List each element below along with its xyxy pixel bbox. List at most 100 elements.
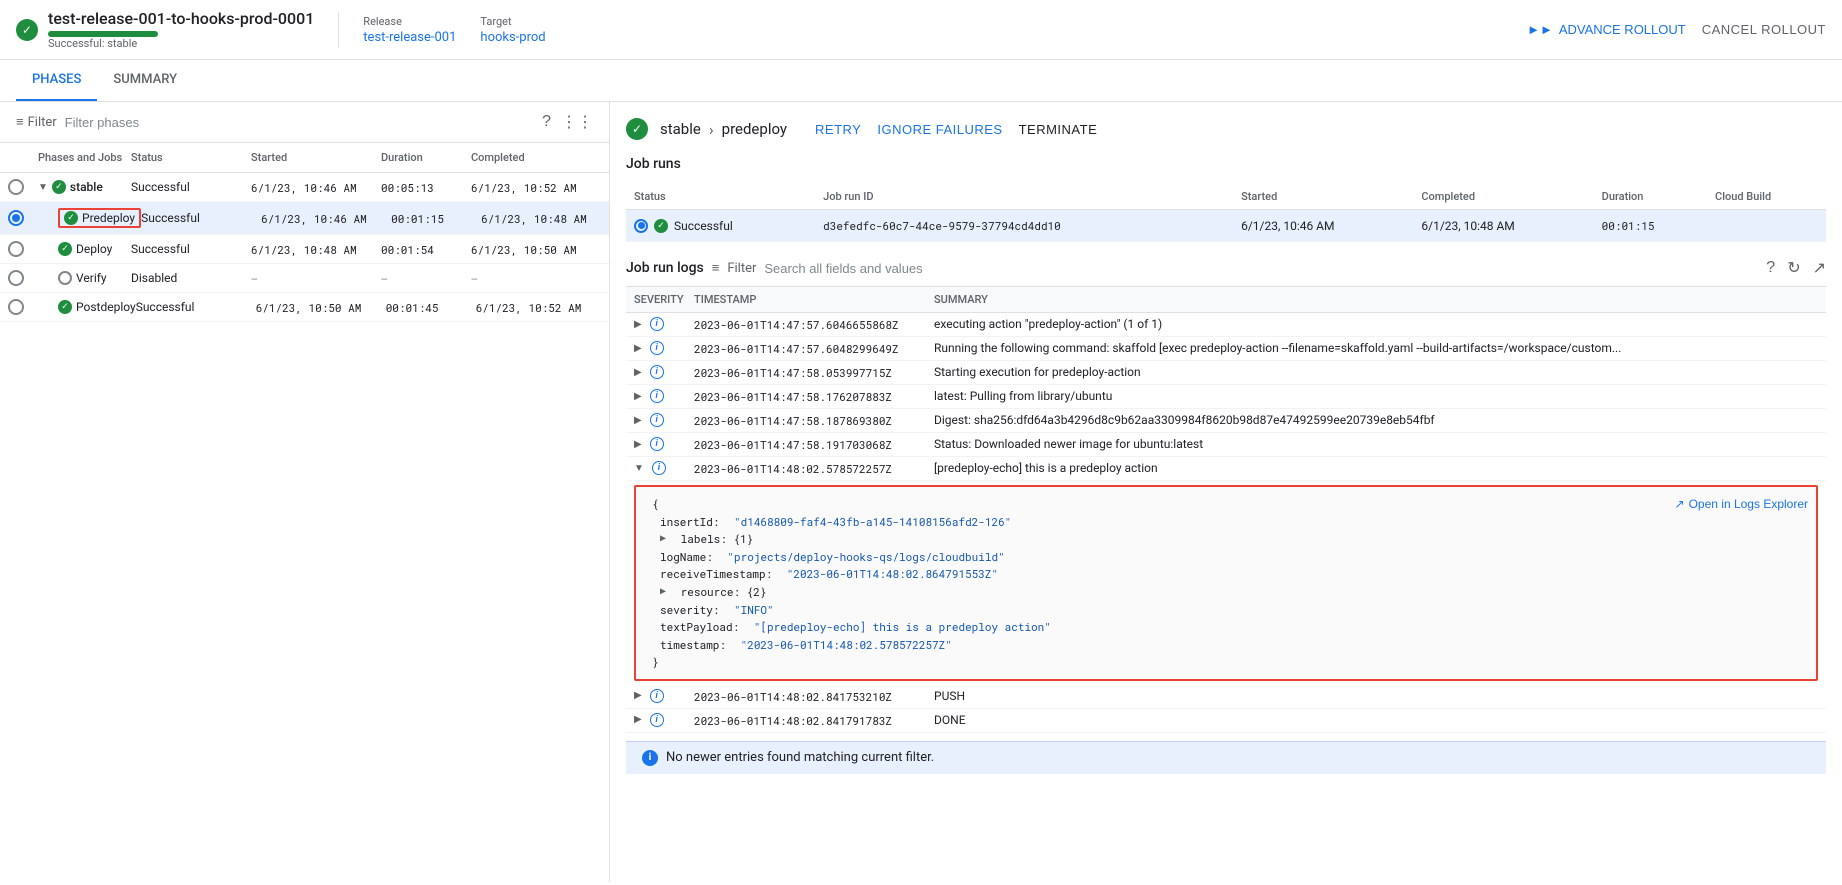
log-row[interactable]: ▶ i 2023-06-01T14:47:58.053997715Z Start… (626, 361, 1826, 385)
tab-summary[interactable]: SUMMARY (97, 60, 193, 101)
job-run-row[interactable]: ✓ Successful d3efedfc-60c7-44ce-9579-377… (626, 210, 1826, 242)
release-info: test-release-001-to-hooks-prod-0001 Succ… (48, 9, 314, 50)
info-circle-icon: i (642, 750, 658, 766)
job-label-verify: Verify (76, 271, 107, 285)
status-postdeploy: Successful (136, 300, 256, 314)
tab-phases[interactable]: PHASES (16, 60, 97, 101)
target-meta: Target hooks-prod (480, 15, 545, 45)
log-timestamp-7: 2023-06-01T14:48:02.841753210Z (694, 689, 934, 704)
log-detail-insertid: insertId: "d1468809-faf4-43fb-a145-14108… (644, 513, 1808, 531)
log-expand-icon[interactable]: ▶ (634, 391, 642, 402)
log-info-icon: i (650, 437, 664, 451)
retry-button[interactable]: RETRY (815, 122, 861, 137)
left-panel: ≡ Filter ? ⋮⋮ Phases and Jobs Status Sta… (0, 102, 610, 882)
log-timestamp-1: 2023-06-01T14:47:57.6048299649Z (694, 341, 934, 356)
log-row[interactable]: ▶ i 2023-06-01T14:47:58.176207883Z lates… (626, 385, 1826, 409)
log-row[interactable]: ▶ i 2023-06-01T14:47:58.191703068Z Statu… (626, 433, 1826, 457)
right-panel: ✓ stable › predeploy RETRY IGNORE FAILUR… (610, 102, 1842, 882)
log-title: Job run logs (626, 260, 704, 276)
job-label-predeploy: Predeploy (82, 211, 135, 225)
completed-predeploy: 6/1/23, 10:48 AM (481, 211, 609, 226)
log-expand-icon[interactable]: ▶ (634, 343, 642, 354)
log-refresh-icon[interactable]: ↻ (1787, 258, 1800, 278)
log-severity-5: ▶ i (634, 437, 694, 451)
duration-postdeploy: 00:01:45 (386, 300, 476, 315)
log-summary-5: Status: Downloaded newer image for ubunt… (934, 437, 1818, 451)
job-name-postdeploy: ✓ Postdeploy (58, 300, 136, 314)
ignore-failures-button[interactable]: IGNORE FAILURES (877, 122, 1002, 137)
log-expand-icon[interactable]: ▶ (634, 415, 642, 426)
right-title: stable › predeploy (660, 120, 787, 139)
log-expand-icon[interactable]: ▼ (634, 463, 644, 474)
log-severity-7: ▶ i (634, 689, 694, 703)
log-timestamp-2: 2023-06-01T14:47:58.053997715Z (694, 365, 934, 380)
advance-rollout-button[interactable]: ►► ADVANCE ROLLOUT (1527, 22, 1686, 37)
log-help-icon[interactable]: ? (1766, 259, 1775, 277)
log-expand-icon[interactable]: ▶ (634, 439, 642, 450)
duration-predeploy: 00:01:15 (391, 211, 481, 226)
help-icon[interactable]: ? (542, 113, 551, 131)
divider (338, 12, 339, 48)
started-verify: — (251, 271, 381, 286)
columns-icon[interactable]: ⋮⋮ (561, 112, 593, 132)
status-icon-postdeploy: ✓ (58, 300, 72, 314)
log-row[interactable]: ▶ i 2023-06-01T14:48:02.841791783Z DONE (626, 709, 1826, 733)
log-external-icon[interactable]: ↗ (1813, 258, 1826, 278)
log-filter-label: Filter (727, 261, 756, 276)
table-row[interactable]: Verify Disabled — — — (0, 264, 609, 293)
log-expand-icon[interactable]: ▶ (634, 319, 642, 330)
target-link[interactable]: hooks-prod (480, 30, 545, 45)
cancel-rollout-button[interactable]: CANCEL ROLLOUT (1702, 22, 1826, 37)
no-entries-bar: i No newer entries found matching curren… (626, 741, 1826, 774)
main-content: ≡ Filter ? ⋮⋮ Phases and Jobs Status Sta… (0, 102, 1842, 882)
release-label: Release (363, 15, 456, 28)
status-icon-stable: ✓ (52, 180, 66, 194)
jr-status: ✓ Successful (626, 210, 815, 242)
col-status-th: Status (626, 184, 815, 210)
col-completed-th: Completed (1413, 184, 1593, 210)
log-severity-2: ▶ i (634, 365, 694, 379)
col-duration-th: Duration (1594, 184, 1707, 210)
header-title-block: ✓ test-release-001-to-hooks-prod-0001 Su… (16, 9, 314, 50)
breadcrumb-stable: stable (660, 120, 701, 138)
breadcrumb-separator: › (709, 120, 714, 139)
log-filter-icon: ≡ (712, 260, 720, 276)
header: ✓ test-release-001-to-hooks-prod-0001 Su… (0, 0, 1842, 60)
breadcrumb-predeploy: predeploy (722, 120, 787, 138)
log-info-icon: i (650, 317, 664, 331)
log-expand-icon[interactable]: ▶ (634, 367, 642, 378)
log-info-icon: i (652, 461, 666, 475)
filter-icon-label: ≡ Filter (16, 114, 57, 130)
table-row[interactable]: ▼ ✓ stable Successful 6/1/23, 10:46 AM 0… (0, 173, 609, 202)
col-completed-header: Completed (471, 151, 601, 164)
log-expand-icon[interactable]: ▶ (634, 714, 642, 725)
table-row[interactable]: ✓ Predeploy Successful 6/1/23, 10:46 AM … (0, 202, 609, 235)
log-actions: ? ↻ ↗ (1766, 258, 1826, 278)
table-row[interactable]: ✓ Postdeploy Successful 6/1/23, 10:50 AM… (0, 293, 609, 322)
open-logs-explorer-link[interactable]: ↗ Open in Logs Explorer (1675, 495, 1808, 514)
log-row[interactable]: ▶ i 2023-06-01T14:47:58.187869380Z Diges… (626, 409, 1826, 433)
col-cloudbuild-th: Cloud Build (1707, 184, 1826, 210)
release-status: Successful: stable (48, 37, 314, 50)
filter-input[interactable] (65, 115, 534, 130)
log-row[interactable]: ▶ i 2023-06-01T14:47:57.6046655868Z exec… (626, 313, 1826, 337)
job-label-deploy: Deploy (76, 242, 112, 256)
release-link[interactable]: test-release-001 (363, 30, 456, 45)
started-predeploy: 6/1/23, 10:46 AM (261, 211, 391, 226)
advance-arrow-icon: ►► (1527, 22, 1553, 37)
log-row[interactable]: ▶ i 2023-06-01T14:48:02.841753210Z PUSH (626, 685, 1826, 709)
log-filter-input[interactable] (764, 261, 1758, 276)
jr-id: d3efedfc-60c7-44ce-9579-37794cd4dd10 (815, 210, 1233, 242)
table-row[interactable]: ✓ Deploy Successful 6/1/23, 10:48 AM 00:… (0, 235, 609, 264)
log-row[interactable]: ▶ i 2023-06-01T14:47:57.6048299649Z Runn… (626, 337, 1826, 361)
log-expand-icon[interactable]: ▶ (634, 690, 642, 701)
log-severity-8: ▶ i (634, 713, 694, 727)
log-severity-6: ▼ i (634, 461, 694, 475)
phases-table: Phases and Jobs Status Started Duration … (0, 143, 609, 882)
status-verify: Disabled (131, 271, 251, 285)
terminate-button[interactable]: TERMINATE (1019, 122, 1098, 137)
log-filter-bar: ≡ Filter (712, 260, 1759, 276)
completed-deploy: 6/1/23, 10:50 AM (471, 242, 601, 257)
log-row-expanded[interactable]: ▼ i 2023-06-01T14:48:02.578572257Z [pred… (626, 457, 1826, 481)
log-info-icon: i (650, 389, 664, 403)
